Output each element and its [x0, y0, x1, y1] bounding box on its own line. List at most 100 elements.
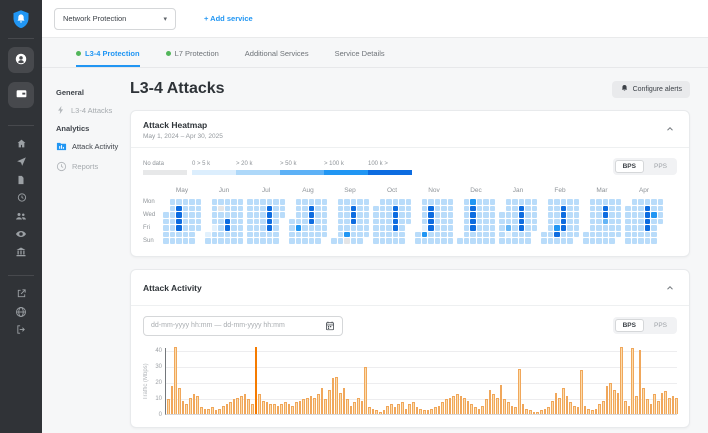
heatmap-cell[interactable]	[267, 199, 273, 205]
heatmap-cell[interactable]	[231, 219, 237, 225]
activity-bar[interactable]	[317, 394, 320, 413]
collapse-chevron-up-icon[interactable]	[663, 120, 677, 139]
activity-bar[interactable]	[598, 404, 601, 414]
heatmap-cell[interactable]	[490, 199, 496, 205]
heatmap-cell[interactable]	[625, 212, 631, 218]
heatmap-cell[interactable]	[435, 238, 441, 244]
heatmap-cell[interactable]	[477, 238, 483, 244]
heatmap-cell[interactable]	[609, 232, 615, 238]
activity-bar[interactable]	[200, 407, 203, 413]
activity-bar[interactable]	[277, 406, 280, 414]
activity-bar[interactable]	[269, 404, 272, 414]
heatmap-cell[interactable]	[616, 232, 622, 238]
heatmap-cell[interactable]	[638, 219, 644, 225]
heatmap-cell[interactable]	[464, 219, 470, 225]
heatmap-cell[interactable]	[280, 212, 286, 218]
activity-bar[interactable]	[324, 399, 327, 413]
heatmap-cell[interactable]	[490, 238, 496, 244]
heatmap-cell[interactable]	[583, 232, 589, 238]
activity-bar[interactable]	[266, 402, 269, 413]
activity-bar[interactable]	[423, 410, 426, 413]
heatmap-cell[interactable]	[289, 225, 295, 231]
heatmap-cell[interactable]	[422, 206, 428, 212]
activity-bar[interactable]	[551, 401, 554, 414]
activity-bar[interactable]	[185, 404, 188, 414]
heatmap-cell[interactable]	[344, 232, 350, 238]
activity-bar[interactable]	[544, 409, 547, 414]
heatmap-cell[interactable]	[260, 199, 266, 205]
activity-bar[interactable]	[182, 401, 185, 414]
heatmap-cell[interactable]	[260, 238, 266, 244]
heatmap-cell[interactable]	[315, 232, 321, 238]
activity-bar[interactable]	[481, 406, 484, 414]
heatmap-cell[interactable]	[519, 199, 525, 205]
heatmap-cell[interactable]	[238, 232, 244, 238]
heatmap-cell[interactable]	[441, 199, 447, 205]
heatmap-cell[interactable]	[638, 206, 644, 212]
heatmap-cell[interactable]	[470, 199, 476, 205]
activity-bar[interactable]	[478, 409, 481, 414]
activity-bar[interactable]	[503, 399, 506, 413]
activity-bar[interactable]	[620, 347, 623, 414]
heatmap-cell[interactable]	[422, 225, 428, 231]
heatmap-cell[interactable]	[254, 219, 260, 225]
heatmap-cell[interactable]	[399, 238, 405, 244]
heatmap-cell[interactable]	[596, 225, 602, 231]
heatmap-cell[interactable]	[428, 232, 434, 238]
heatmap-cell[interactable]	[470, 212, 476, 218]
activity-bar[interactable]	[496, 398, 499, 414]
heatmap-cell[interactable]	[351, 225, 357, 231]
heatmap-cell[interactable]	[196, 199, 202, 205]
heatmap-cell[interactable]	[163, 232, 169, 238]
heatmap-cell[interactable]	[176, 206, 182, 212]
activity-bar[interactable]	[251, 404, 254, 414]
heatmap-cell[interactable]	[309, 238, 315, 244]
heatmap-cell[interactable]	[658, 199, 664, 205]
heatmap-cell[interactable]	[254, 199, 260, 205]
heatmap-cell[interactable]	[176, 199, 182, 205]
heatmap-cell[interactable]	[296, 206, 302, 212]
heatmap-cell[interactable]	[638, 238, 644, 244]
activity-bar[interactable]	[339, 393, 342, 414]
heatmap-cell[interactable]	[170, 199, 176, 205]
heatmap-cell[interactable]	[393, 238, 399, 244]
heatmap-cell[interactable]	[364, 199, 370, 205]
heatmap-cell[interactable]	[499, 232, 505, 238]
heatmap-cell[interactable]	[603, 238, 609, 244]
heatmap-cell[interactable]	[247, 206, 253, 212]
activity-bar[interactable]	[405, 409, 408, 414]
activity-bar[interactable]	[193, 394, 196, 413]
heatmap-cell[interactable]	[632, 199, 638, 205]
activity-bar[interactable]	[397, 404, 400, 414]
heatmap-cell[interactable]	[386, 232, 392, 238]
heatmap-cell[interactable]	[477, 219, 483, 225]
heatmap-cell[interactable]	[344, 238, 350, 244]
heatmap-cell[interactable]	[399, 212, 405, 218]
heatmap-cell[interactable]	[212, 219, 218, 225]
activity-bar[interactable]	[536, 412, 539, 414]
activity-bar[interactable]	[657, 401, 660, 414]
heatmap-cell[interactable]	[386, 206, 392, 212]
heatmap-cell[interactable]	[499, 238, 505, 244]
heatmap-cell[interactable]	[386, 199, 392, 205]
heatmap-cell[interactable]	[163, 225, 169, 231]
activity-bar[interactable]	[514, 407, 517, 413]
heatmap-cell[interactable]	[315, 225, 321, 231]
heatmap-cell[interactable]	[645, 212, 651, 218]
heatmap-cell[interactable]	[428, 206, 434, 212]
heatmap-cell[interactable]	[296, 225, 302, 231]
heatmap-cell[interactable]	[170, 238, 176, 244]
heatmap-cell[interactable]	[189, 212, 195, 218]
heatmap-cell[interactable]	[254, 212, 260, 218]
heatmap-cell[interactable]	[554, 199, 560, 205]
heatmap-cell[interactable]	[519, 232, 525, 238]
activity-units-bps-button[interactable]: BPS	[615, 319, 644, 332]
heatmap-cell[interactable]	[218, 238, 224, 244]
heatmap-cell[interactable]	[651, 225, 657, 231]
heatmap-cell[interactable]	[512, 238, 518, 244]
heatmap-cell[interactable]	[373, 212, 379, 218]
heatmap-cell[interactable]	[183, 206, 189, 212]
heatmap-cell[interactable]	[183, 238, 189, 244]
heatmap-cell[interactable]	[267, 219, 273, 225]
heatmap-cell[interactable]	[247, 199, 253, 205]
